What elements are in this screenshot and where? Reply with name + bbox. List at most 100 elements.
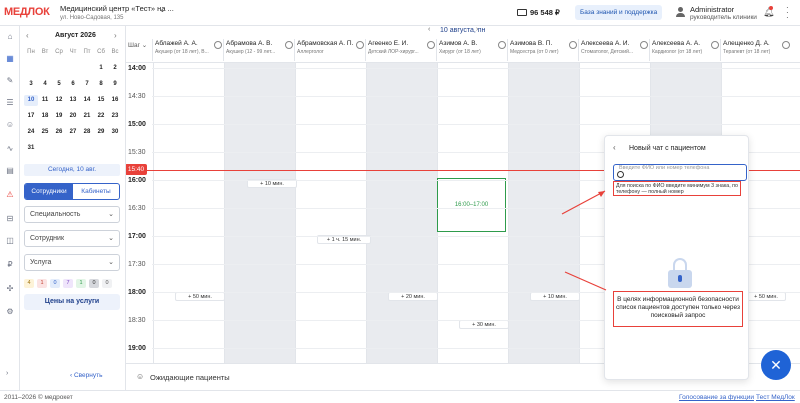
calendar-day[interactable]: 19	[52, 111, 66, 122]
doctor-column-header[interactable]: Алещенко Д. А. Терапевт (от 18 лет)	[720, 39, 791, 61]
patient-search-input[interactable]: Введите ФИО или номер телефона	[613, 164, 747, 181]
calendar-day[interactable]: 2	[108, 63, 122, 74]
doctor-column-header[interactable]: Азимов А. В. Хирург (от 18 лет)	[436, 39, 507, 61]
bell-icon[interactable]: 🔔︎	[763, 6, 774, 17]
status-badge[interactable]: 0	[102, 279, 112, 288]
doctor-settings-icon[interactable]	[498, 41, 506, 49]
calendar-day[interactable]: 21	[80, 111, 94, 122]
service-select[interactable]: Услуга ⌄	[24, 254, 120, 271]
status-badge[interactable]: 4	[24, 279, 34, 288]
list-icon[interactable]: ☰	[4, 97, 16, 109]
status-badge[interactable]: 0	[50, 279, 60, 288]
back-icon[interactable]: ‹	[613, 143, 616, 152]
calendar-day[interactable]: 13	[66, 95, 80, 106]
calendar-day[interactable]: 20	[66, 111, 80, 122]
doctor-settings-icon[interactable]	[569, 41, 577, 49]
doctor-column-header[interactable]: Алексеева А. И. Стоматолог, Детский...	[578, 39, 649, 61]
calendar-day[interactable]: 11	[38, 95, 52, 106]
calendar-day[interactable]: 28	[80, 127, 94, 138]
specialty-select[interactable]: Специальность ⌄	[24, 206, 120, 223]
calendar-day[interactable]: 12	[52, 95, 66, 106]
current-date[interactable]: 10 августа, пн	[440, 27, 485, 34]
status-badge[interactable]: 0	[89, 279, 99, 288]
calendar-day[interactable]: 7	[80, 79, 94, 90]
prev-day-icon[interactable]: ‹	[428, 26, 430, 33]
doctor-column-header[interactable]: Агеенко Е. И. Детский ЛОР-хирург...	[365, 39, 436, 61]
calendar-day[interactable]: 16	[108, 95, 122, 106]
calendar-day[interactable]: 14	[80, 95, 94, 106]
doctor-column-header[interactable]: Абрамовская А. П. Аллерголог	[294, 39, 365, 61]
chart-icon[interactable]: ∿	[4, 143, 16, 155]
tab-rooms[interactable]: Кабинеты	[73, 184, 119, 199]
doctor-settings-icon[interactable]	[782, 41, 790, 49]
status-badge[interactable]: 1	[76, 279, 86, 288]
expand-sidebar-icon[interactable]: ›	[6, 370, 8, 377]
doctor-settings-icon[interactable]	[640, 41, 648, 49]
calendar-day[interactable]: 31	[24, 143, 38, 154]
calendar-day[interactable]: 22	[94, 111, 108, 122]
calendar-day[interactable]: 25	[38, 127, 52, 138]
calendar-day[interactable]: 27	[66, 127, 80, 138]
calendar-day[interactable]: 30	[108, 127, 122, 138]
document-icon[interactable]: ▤	[4, 165, 16, 177]
tab-staff[interactable]: Сотрудники	[25, 184, 73, 199]
doctor-settings-icon[interactable]	[356, 41, 364, 49]
more-vertical-icon[interactable]: · · ·	[786, 4, 789, 22]
calendar-icon[interactable]: ▦	[4, 53, 16, 65]
booked-slot[interactable]: 16:00–17:00	[437, 178, 506, 232]
doctor-column-header[interactable]: Алексеева А. А. Кардиолог (от 18 лет)	[649, 39, 720, 61]
service-prices-button[interactable]: Цены на услуги	[24, 294, 120, 310]
doctor-day-column[interactable]	[224, 63, 295, 363]
puzzle-icon[interactable]: ✣	[4, 283, 16, 295]
calendar-day[interactable]: 17	[24, 111, 38, 122]
box-icon[interactable]: ◫	[4, 235, 16, 247]
status-badge[interactable]: 7	[63, 279, 73, 288]
doctor-column-header[interactable]: Абрамова А. В. Акушер (12 - 99 лет...	[223, 39, 294, 61]
balance[interactable]: 96 548 ₽	[517, 8, 560, 17]
calendar-day[interactable]: 9	[108, 79, 122, 90]
doctor-settings-icon[interactable]	[711, 41, 719, 49]
free-time-pill[interactable]: + 20 мин.	[388, 292, 438, 301]
employee-select[interactable]: Сотрудник ⌄	[24, 230, 120, 247]
calendar-day[interactable]: 5	[52, 79, 66, 90]
calendar-day[interactable]: 6	[66, 79, 80, 90]
calendar-day[interactable]: 1	[94, 63, 108, 74]
today-button[interactable]: Сегодня, 10 авг.	[24, 164, 120, 176]
clinic-selector[interactable]: Медицинский центр «Тест» на ... ул. Ново…	[60, 4, 174, 21]
free-time-pill[interactable]: + 10 мин.	[530, 292, 580, 301]
doctor-settings-icon[interactable]	[285, 41, 293, 49]
step-selector[interactable]: Шаг ⌄	[128, 41, 147, 49]
status-badge[interactable]: 1	[37, 279, 47, 288]
calendar-day[interactable]: 26	[52, 127, 66, 138]
free-time-pill[interactable]: + 30 мин.	[459, 320, 509, 329]
settings-icon[interactable]: ⚙	[4, 306, 16, 318]
edit-icon[interactable]: ✎	[4, 75, 16, 87]
calendar-day[interactable]: 18	[38, 111, 52, 122]
free-time-pill[interactable]: + 50 мин.	[175, 292, 225, 301]
doctor-day-column[interactable]	[366, 63, 437, 363]
doctor-settings-icon[interactable]	[427, 41, 435, 49]
prev-month-icon[interactable]: ‹	[26, 31, 29, 40]
doctor-day-column[interactable]	[295, 63, 366, 363]
alert-icon[interactable]: ⚠	[4, 189, 16, 201]
chevron-down-icon[interactable]: ⌄	[159, 5, 166, 14]
app-logo[interactable]: МЕДЛОК	[4, 6, 50, 18]
calendar-day[interactable]: 15	[94, 95, 108, 106]
calendar-day[interactable]: 24	[24, 127, 38, 138]
test-link[interactable]: Тест МедЛок	[756, 394, 795, 401]
home-icon[interactable]: ⌂	[4, 31, 16, 43]
doctor-column-header[interactable]: Азимова В. П. Медсестра (от 0 лет)	[507, 39, 578, 61]
bed-icon[interactable]: ⊟	[4, 213, 16, 225]
calendar-day[interactable]: 3	[24, 79, 38, 90]
feature-voting-link[interactable]: Голосование за функции	[679, 394, 754, 401]
knowledge-base-button[interactable]: База знаний и поддержка	[575, 5, 663, 20]
users-icon[interactable]: ☺	[4, 119, 16, 131]
close-fab-button[interactable]: ✕	[761, 350, 791, 380]
ruble-icon[interactable]: ₽	[4, 259, 16, 271]
collapse-button[interactable]: ‹ Свернуть	[70, 372, 103, 379]
doctor-column-header[interactable]: Аблажей А. А. Акушер (от 18 лет), В...	[152, 39, 223, 61]
calendar-day[interactable]: 10	[24, 95, 38, 106]
calendar-day[interactable]: 8	[94, 79, 108, 90]
free-time-pill[interactable]: + 50 мин.	[746, 292, 786, 301]
next-day-icon[interactable]: ›	[476, 26, 478, 33]
